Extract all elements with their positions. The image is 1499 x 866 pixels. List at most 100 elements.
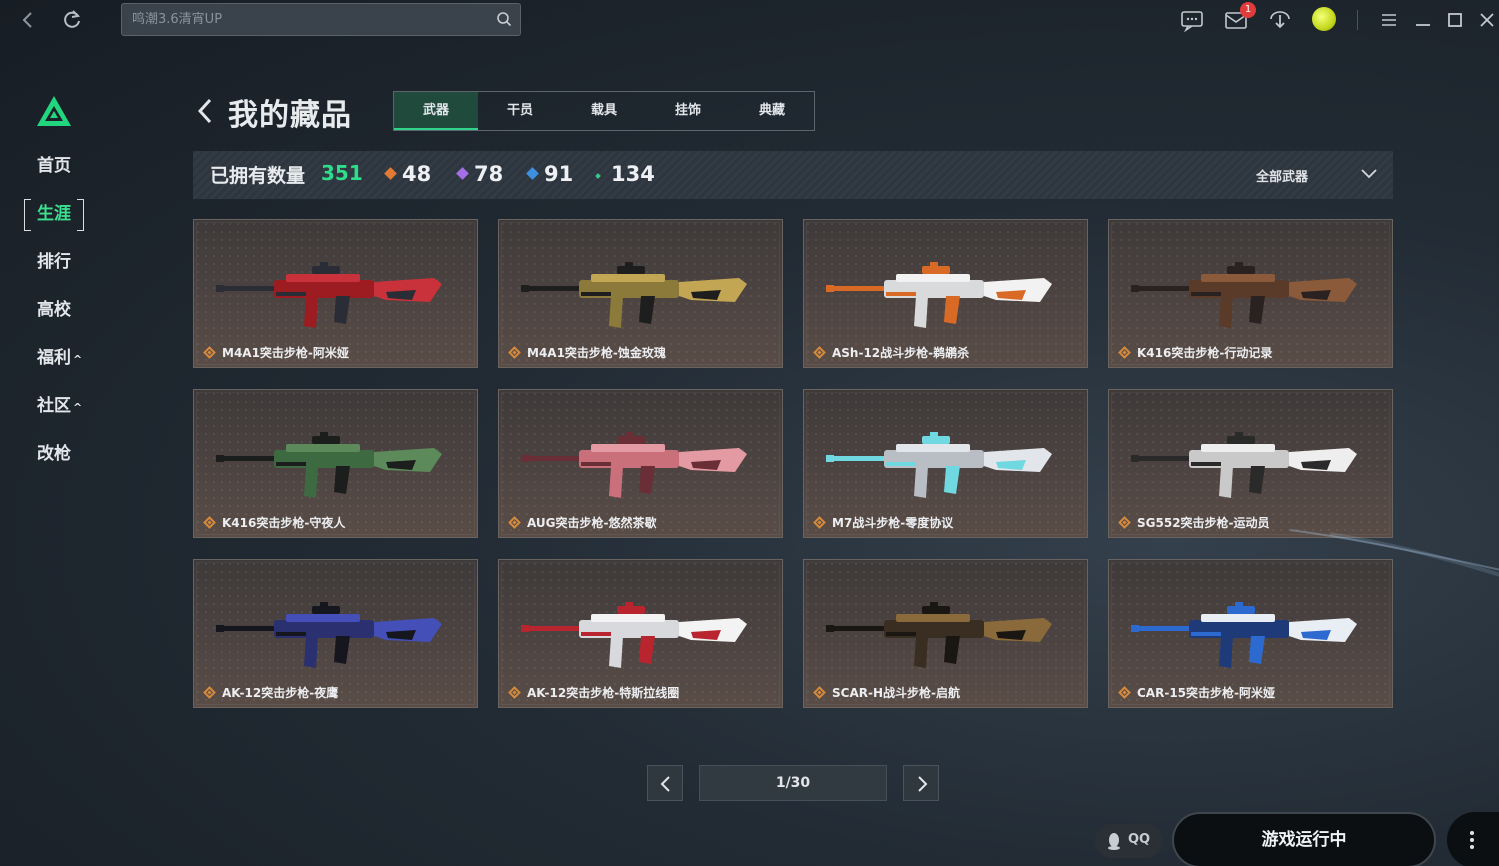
top-bar: 1: [0, 0, 1499, 40]
avatar[interactable]: [1312, 7, 1336, 31]
weapon-card[interactable]: K416突击步枪-行动记录: [1108, 219, 1393, 368]
page-title: 我的藏品: [228, 98, 352, 133]
rarity-count-blue: 91: [526, 162, 573, 186]
sidebar-item-ranking[interactable]: 排行: [24, 247, 84, 277]
weapon-image: [216, 262, 442, 328]
next-page-button[interactable]: [903, 765, 939, 801]
weapon-image: [1131, 432, 1357, 498]
diamond-icon: [456, 167, 469, 180]
weapon-card[interactable]: SG552突击步枪-运动员: [1108, 389, 1393, 538]
weapon-name: K416突击步枪-守夜人: [222, 516, 346, 530]
rarity-diamond-icon: [1118, 516, 1131, 529]
weapon-card[interactable]: M4A1突击步枪-蚀金玫瑰: [498, 219, 783, 368]
weapon-card[interactable]: AUG突击步枪-悠然茶歇: [498, 389, 783, 538]
dot: [1470, 838, 1474, 842]
category-tabs: 武器 干员 载具 挂饰 典藏: [393, 91, 815, 131]
sidebar-item-home[interactable]: 首页: [24, 151, 84, 181]
game-running-button[interactable]: 游戏运行中: [1172, 812, 1436, 866]
weapon-card[interactable]: AK-12突击步枪-特斯拉线圈: [498, 559, 783, 708]
weapon-image: [216, 602, 442, 668]
tab-collection[interactable]: 典藏: [730, 92, 814, 130]
tab-operators[interactable]: 干员: [478, 92, 562, 130]
minimize-icon[interactable]: [1411, 8, 1435, 32]
prev-page-button[interactable]: [647, 765, 683, 801]
chevron-down-icon[interactable]: [1360, 167, 1378, 181]
weapon-card[interactable]: CAR-15突击步枪-阿米娅: [1108, 559, 1393, 708]
rarity-count-green: 134: [595, 162, 655, 186]
weapon-grid: M4A1突击步枪-阿米娅 M4A1突击步枪-蚀金玫瑰 ASh-12战斗步枪-鹈鹕杀 K…: [193, 219, 1393, 709]
weapon-name: SG552突击步枪-运动员: [1137, 516, 1270, 530]
qq-label: QQ: [1128, 832, 1151, 847]
weapon-image: [826, 432, 1052, 498]
rarity-diamond-icon: [508, 346, 521, 359]
close-icon[interactable]: [1475, 8, 1499, 32]
rarity-diamond-icon: [203, 346, 216, 359]
chat-icon[interactable]: [1179, 7, 1205, 33]
owned-count: 351: [321, 161, 363, 185]
weapon-name: M4A1突击步枪-蚀金玫瑰: [527, 346, 666, 360]
sidebar-item-career[interactable]: 生涯: [24, 199, 84, 231]
mail-button[interactable]: 1: [1223, 2, 1256, 33]
stats-bar: 已拥有数量 351 48 78 91 134 全部武器: [193, 151, 1393, 199]
search-icon[interactable]: [496, 11, 512, 27]
download-icon[interactable]: [1267, 7, 1293, 33]
mail-badge: 1: [1240, 2, 1256, 18]
tab-vehicles[interactable]: 载具: [562, 92, 646, 130]
diamond-icon: [526, 167, 539, 180]
rarity-diamond-icon: [813, 516, 826, 529]
rarity-diamond-icon: [1118, 346, 1131, 359]
qq-button[interactable]: QQ: [1095, 824, 1163, 858]
sidebar-item-gunsmith[interactable]: 改枪: [24, 439, 84, 469]
back-chevron-icon[interactable]: [194, 95, 216, 127]
weapon-image: [521, 432, 747, 498]
rarity-count-orange: 48: [384, 162, 431, 186]
sidebar-item-welfare[interactable]: 福利 ^: [24, 343, 84, 373]
weapon-card[interactable]: M4A1突击步枪-阿米娅: [193, 219, 478, 368]
weapon-card[interactable]: ASh-12战斗步枪-鹈鹕杀: [803, 219, 1088, 368]
weapon-image: [521, 262, 747, 328]
weapon-name: CAR-15突击步枪-阿米娅: [1137, 686, 1275, 700]
chevron-up-icon: ^: [73, 401, 83, 414]
back-icon[interactable]: [16, 8, 40, 32]
weapon-name: SCAR-H战斗步枪-启航: [832, 686, 960, 700]
weapon-name: M4A1突击步枪-阿米娅: [222, 346, 349, 360]
qq-penguin-icon: [1108, 833, 1120, 850]
tab-weapons[interactable]: 武器: [394, 92, 478, 130]
divider: [1357, 10, 1358, 30]
chevron-up-icon: ^: [73, 353, 83, 366]
rarity-diamond-icon: [508, 516, 521, 529]
weapon-image: [1131, 262, 1357, 328]
more-options-button[interactable]: [1447, 812, 1499, 866]
sidebar-item-campus[interactable]: 高校: [24, 295, 84, 325]
rarity-diamond-icon: [203, 686, 216, 699]
search-input[interactable]: [132, 4, 492, 35]
rarity-diamond-icon: [1118, 686, 1131, 699]
refresh-icon[interactable]: [60, 8, 84, 32]
weapon-image: [521, 602, 747, 668]
weapon-card[interactable]: K416突击步枪-守夜人: [193, 389, 478, 538]
rarity-diamond-icon: [203, 516, 216, 529]
weapon-image: [1131, 602, 1357, 668]
rarity-diamond-icon: [508, 686, 521, 699]
tab-charms[interactable]: 挂饰: [646, 92, 730, 130]
sidebar-item-community[interactable]: 社区 ^: [24, 391, 84, 421]
weapon-card[interactable]: AK-12突击步枪-夜鹰: [193, 559, 478, 708]
weapon-image: [216, 432, 442, 498]
search-box[interactable]: [121, 3, 521, 36]
page-indicator: 1/30: [699, 765, 887, 801]
weapon-image: [826, 262, 1052, 328]
weapon-card[interactable]: M7战斗步枪-零度协议: [803, 389, 1088, 538]
weapon-card[interactable]: SCAR-H战斗步枪-启航: [803, 559, 1088, 708]
weapon-filter-select[interactable]: 全部武器: [1256, 166, 1308, 185]
dot: [1470, 845, 1474, 849]
owned-label: 已拥有数量: [210, 165, 306, 187]
weapon-name: AK-12突击步枪-特斯拉线圈: [527, 686, 680, 700]
diamond-icon: [384, 167, 397, 180]
menu-icon[interactable]: [1377, 8, 1401, 32]
maximize-icon[interactable]: [1443, 8, 1467, 32]
dot: [1470, 831, 1474, 835]
weapon-image: [826, 602, 1052, 668]
weapon-name: M7战斗步枪-零度协议: [832, 516, 954, 530]
rarity-diamond-icon: [813, 686, 826, 699]
app-logo[interactable]: [36, 95, 72, 127]
